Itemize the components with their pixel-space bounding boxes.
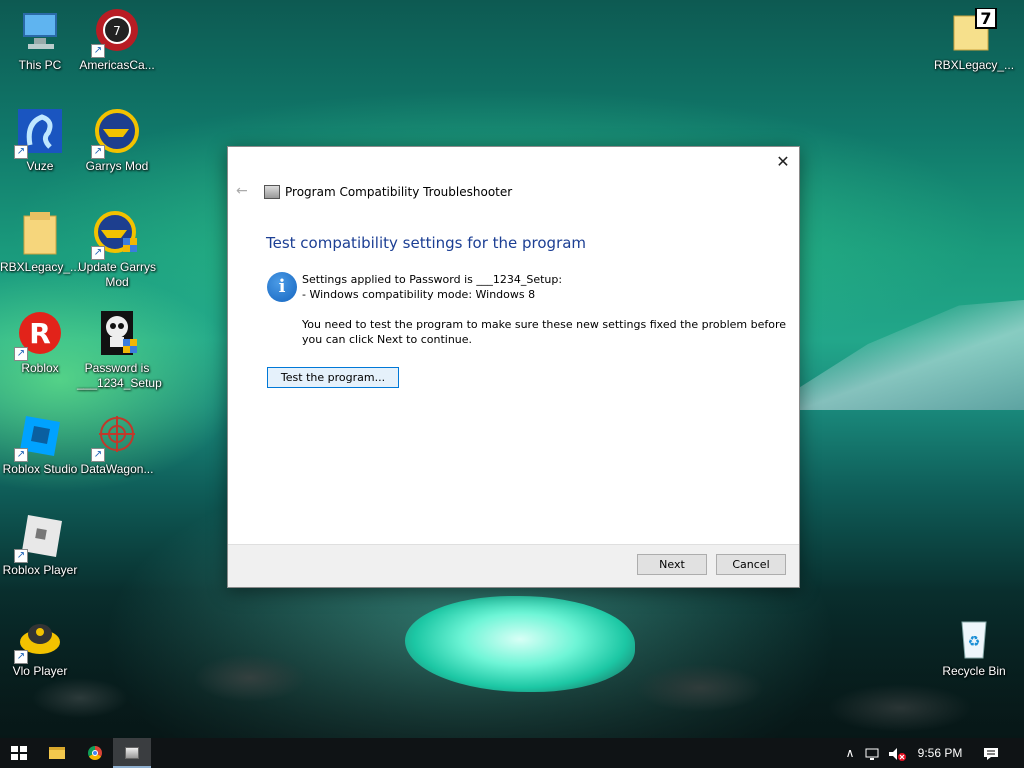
desktop-icon-label: Recycle Bin: [942, 664, 1006, 678]
network-icon[interactable]: [862, 738, 884, 768]
svg-text:7: 7: [113, 24, 121, 38]
desktop-icon-label: Roblox: [21, 361, 59, 375]
svg-text:R: R: [29, 317, 51, 350]
shortcut-arrow-icon: ↗: [14, 347, 28, 361]
desktop-icon-roblox-player[interactable]: ↗ Roblox Player: [0, 513, 80, 578]
desktop-icon-garrys-mod[interactable]: ↗ Garrys Mod: [77, 109, 157, 174]
taskbar-chrome[interactable]: [76, 738, 114, 768]
folder-7-icon: 7: [950, 7, 998, 56]
shortcut-arrow-icon: ↗: [14, 448, 28, 462]
desktop-icon-update-garrys-mod[interactable]: ↗ Update Garrys Mod: [77, 210, 157, 290]
troubleshooter-taskbar-icon: [125, 747, 139, 759]
troubleshooter-app-icon: [264, 185, 280, 199]
garrys-mod-icon: ↗: [91, 109, 141, 159]
roblox-icon: R ↗: [14, 311, 64, 361]
roblox-player-icon: ↗: [14, 513, 64, 563]
frog-icon: ↗: [14, 109, 64, 159]
desktop-icon-americascasino[interactable]: 7 ↗ AmericasCa...: [77, 8, 157, 73]
settings-applied-text: Settings applied to Password is ___1234_…: [302, 273, 563, 286]
taskbar: ∧ 9:56 PM: [0, 738, 1024, 768]
next-button[interactable]: Next: [637, 554, 707, 575]
desktop-icon-label: RBXLegacy_...: [0, 260, 81, 274]
roblox-studio-icon: ↗: [14, 412, 64, 462]
mountain-scenery: [764, 300, 1024, 410]
file-explorer-icon: [49, 747, 65, 759]
desktop-icon-vuze[interactable]: ↗ Vuze: [0, 109, 80, 174]
back-arrow-icon[interactable]: ←: [236, 183, 248, 199]
shortcut-arrow-icon: ↗: [91, 448, 105, 462]
troubleshooter-dialog: ✕ ← Program Compatibility Troubleshooter…: [227, 146, 800, 588]
desktop-icon-rbxlegacy-folder[interactable]: RBXLegacy_...: [0, 210, 80, 275]
folder-icon: [16, 210, 64, 258]
test-program-button[interactable]: Test the program...: [267, 367, 399, 388]
taskbar-file-explorer[interactable]: [38, 738, 76, 768]
skull-setup-icon: [93, 311, 141, 359]
desktop-icon-vlo-player[interactable]: ↗ Vlo Player: [0, 614, 80, 679]
shortcut-arrow-icon: ↗: [14, 549, 28, 563]
desktop-icon-label: DataWagon...: [80, 462, 154, 476]
desktop-icon-datawagon[interactable]: ↗ DataWagon...: [77, 412, 157, 477]
clock[interactable]: 9:56 PM: [912, 738, 968, 768]
info-icon: i: [267, 272, 297, 302]
desktop-icon-label: Password is ___1234_Setup: [77, 361, 162, 390]
compat-mode-text: - Windows compatibility mode: Windows 8: [302, 288, 536, 301]
desktop-icon-label: Vuze: [26, 159, 54, 173]
page-heading: Test compatibility settings for the prog…: [266, 234, 587, 252]
shortcut-arrow-icon: ↗: [14, 145, 28, 159]
shortcut-arrow-icon: ↗: [14, 650, 28, 664]
desktop-icon-recycle-bin[interactable]: ♻ Recycle Bin: [934, 614, 1014, 679]
desktop-icon-this-pc[interactable]: This PC: [0, 8, 80, 73]
show-hidden-icons-button[interactable]: ∧: [840, 738, 860, 768]
instruction-text-line2: you can click Next to continue.: [302, 333, 473, 346]
casino-chip-icon: 7 ↗: [91, 8, 141, 58]
start-button[interactable]: [0, 738, 38, 768]
dialog-footer: Next Cancel: [228, 544, 799, 587]
instruction-text-line1: You need to test the program to make sur…: [302, 318, 787, 331]
wizard-title: Program Compatibility Troubleshooter: [285, 185, 513, 199]
desktop-icon-rbxlegacy-7z[interactable]: 7 RBXLegacy_...: [934, 7, 1015, 73]
shortcut-arrow-icon: ↗: [91, 246, 105, 260]
windows-logo-icon: [11, 746, 27, 760]
desktop-icon-label: Garrys Mod: [85, 159, 149, 173]
desktop-icon-roblox-studio[interactable]: ↗ Roblox Studio: [0, 412, 80, 477]
svg-text:♻: ♻: [968, 634, 981, 650]
chrome-icon: [88, 746, 102, 760]
taskbar-troubleshooter[interactable]: [113, 738, 151, 768]
desktop-icon-label: RBXLegacy_...: [934, 58, 1015, 72]
svg-text:7: 7: [980, 9, 991, 28]
desktop-icon-roblox[interactable]: R ↗ Roblox: [0, 311, 80, 376]
garrys-mod-update-icon: ↗: [91, 210, 141, 260]
vlo-player-icon: ↗: [14, 614, 64, 664]
datawagon-icon: ↗: [91, 412, 141, 462]
recycle-bin-icon: ♻: [950, 614, 998, 662]
desktop-icon-password-setup[interactable]: Password is ___1234_Setup: [77, 311, 162, 391]
volume-muted-icon[interactable]: [886, 738, 908, 768]
shortcut-arrow-icon: ↗: [91, 44, 105, 58]
desktop-icon-label: Roblox Player: [2, 563, 78, 577]
desktop-icon-label: Update Garrys Mod: [77, 260, 157, 289]
desktop-icon-label: AmericasCa...: [79, 58, 155, 72]
computer-icon: [16, 8, 64, 56]
cancel-button[interactable]: Cancel: [716, 554, 786, 575]
action-center-icon[interactable]: [978, 738, 1004, 768]
desktop-icon-label: Roblox Studio: [2, 462, 78, 476]
close-button[interactable]: ✕: [767, 147, 799, 177]
desktop-icon-label: Vlo Player: [12, 664, 68, 678]
shortcut-arrow-icon: ↗: [91, 145, 105, 159]
desktop-icon-label: This PC: [18, 58, 62, 72]
